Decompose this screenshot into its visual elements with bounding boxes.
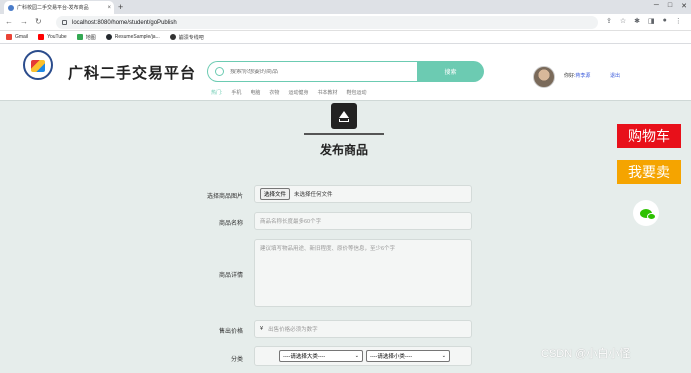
hot-link[interactable]: 电脑 bbox=[250, 89, 260, 96]
logo-emblem-icon bbox=[31, 60, 45, 72]
chevron-down-icon: ⌄ bbox=[441, 353, 446, 359]
avatar[interactable] bbox=[533, 66, 555, 88]
watermark: CSDN @小白小怪 bbox=[541, 348, 631, 360]
bookmarks-bar: Gmail YouTube 地图 ResumeSample/ja... 崩溃专线… bbox=[0, 31, 691, 44]
image-file-field: 选择文件 未选择任何文件 bbox=[254, 185, 472, 203]
maps-icon bbox=[76, 34, 83, 40]
profile-icon[interactable]: ● bbox=[663, 17, 667, 25]
youtube-icon bbox=[38, 34, 45, 40]
tab-title: 广科校园二手交易平台-发布商品 bbox=[17, 5, 89, 11]
hot-link[interactable]: 运动健身 bbox=[288, 89, 308, 96]
extensions-icon[interactable]: ✱ bbox=[634, 17, 640, 25]
product-description-textarea[interactable]: 建议填写物品用途、新旧程度、原价等信息，至少6个字 bbox=[254, 239, 472, 307]
search-button[interactable]: 搜索 bbox=[417, 61, 484, 82]
choose-file-button[interactable]: 选择文件 bbox=[260, 188, 291, 200]
new-tab-button[interactable]: + bbox=[118, 2, 123, 12]
upload-tray bbox=[339, 119, 349, 122]
description-label: 商品详情 bbox=[218, 273, 243, 279]
name-label: 商品名称 bbox=[218, 221, 243, 227]
search-input[interactable] bbox=[230, 68, 400, 75]
category-major-value: ----请选择大类---- bbox=[283, 354, 326, 360]
category-minor-select[interactable]: ----请选择小类---- ⌄ bbox=[366, 350, 450, 362]
github-icon bbox=[105, 34, 112, 40]
url-text: localhost:8080/home/student/goPublish bbox=[72, 19, 177, 26]
school-logo[interactable] bbox=[23, 50, 53, 80]
price-input[interactable]: ¥ 出售价格必须为数字 bbox=[254, 320, 472, 338]
window-controls: ─ □ ✕ bbox=[654, 2, 687, 10]
chevron-down-icon: ⌄ bbox=[354, 353, 359, 359]
gmail-icon bbox=[6, 34, 12, 40]
wechat-bubble-small bbox=[647, 212, 656, 220]
category-major-select[interactable]: ----请选择大类---- ⌄ bbox=[279, 350, 363, 362]
wechat-bubble bbox=[640, 208, 656, 220]
hot-links: 热门: 手机 电脑 衣物 运动健身 书本教材 鞋包运动 bbox=[211, 89, 366, 96]
maximize-icon[interactable]: □ bbox=[668, 2, 672, 10]
bookmark-gmail[interactable]: Gmail bbox=[6, 34, 28, 40]
minimize-icon[interactable]: ─ bbox=[654, 2, 659, 10]
bookmark-youtube[interactable]: YouTube bbox=[38, 34, 67, 40]
bookmark-github[interactable]: ResumeSample/ja... bbox=[105, 34, 160, 40]
nav-buttons: ← → ↻ bbox=[5, 17, 42, 26]
hot-label: 热门: bbox=[211, 90, 223, 96]
product-name-input[interactable]: 商品名称长度最多60个字 bbox=[254, 212, 472, 230]
image-label: 选择商品图片 bbox=[206, 194, 243, 200]
site-name[interactable]: 广科二手交易平台 bbox=[68, 62, 196, 83]
search-box bbox=[207, 61, 417, 82]
url-input[interactable]: localhost:8080/home/student/goPublish bbox=[56, 16, 598, 29]
price-label: 售出价格 bbox=[218, 329, 243, 335]
greeting-label: 你好: bbox=[564, 73, 576, 79]
forward-icon[interactable]: → bbox=[20, 17, 28, 26]
cart-button[interactable]: 购物车 bbox=[617, 124, 681, 148]
browser-toolbar-icons: ⇪ ☆ ✱ ◨ ● ⋮ bbox=[606, 17, 682, 25]
tab-close-icon[interactable]: × bbox=[107, 5, 111, 11]
upload-icon bbox=[331, 103, 357, 129]
hot-link[interactable]: 衣物 bbox=[269, 89, 279, 96]
logout-link[interactable]: 退出 bbox=[610, 72, 620, 79]
sidepanel-icon[interactable]: ◨ bbox=[648, 17, 655, 25]
browser-tab[interactable]: 广科校园二手交易平台-发布商品 × bbox=[4, 1, 114, 14]
category-label: 分类 bbox=[230, 357, 243, 363]
title-divider bbox=[304, 133, 384, 135]
currency-symbol: ¥ bbox=[260, 326, 264, 332]
sell-button[interactable]: 我要卖 bbox=[617, 160, 681, 184]
bookmark-star-icon[interactable]: ☆ bbox=[620, 17, 626, 25]
menu-icon[interactable]: ⋮ bbox=[675, 17, 682, 25]
bookmark-maps[interactable]: 地图 bbox=[76, 34, 96, 41]
reload-icon[interactable]: ↻ bbox=[35, 17, 42, 26]
file-status: 未选择任何文件 bbox=[294, 192, 333, 198]
user-greeting: 你好:蒋李源 bbox=[564, 72, 590, 79]
upload-arrow bbox=[339, 110, 349, 118]
back-icon[interactable]: ← bbox=[5, 17, 13, 26]
page-title: 发布商品 bbox=[319, 143, 368, 157]
wechat-icon[interactable] bbox=[633, 200, 659, 226]
category-minor-value: ----请选择小类---- bbox=[370, 354, 413, 360]
price-placeholder: 出售价格必须为数字 bbox=[268, 327, 318, 333]
category-field: ----请选择大类---- ⌄ ----请选择小类---- ⌄ bbox=[254, 346, 472, 366]
tab-favicon-icon bbox=[8, 4, 14, 11]
username-link[interactable]: 蒋李源 bbox=[575, 73, 590, 79]
hot-link[interactable]: 鞋包运动 bbox=[346, 89, 366, 96]
site-info-icon[interactable] bbox=[62, 20, 67, 25]
close-window-icon[interactable]: ✕ bbox=[681, 2, 687, 10]
search-icon bbox=[215, 67, 224, 76]
forum-icon bbox=[169, 34, 176, 40]
hot-link[interactable]: 书本教材 bbox=[317, 89, 337, 96]
bookmark-forum[interactable]: 崩溃专线吧 bbox=[169, 34, 204, 41]
hot-link[interactable]: 手机 bbox=[231, 89, 241, 96]
share-icon[interactable]: ⇪ bbox=[606, 17, 612, 25]
